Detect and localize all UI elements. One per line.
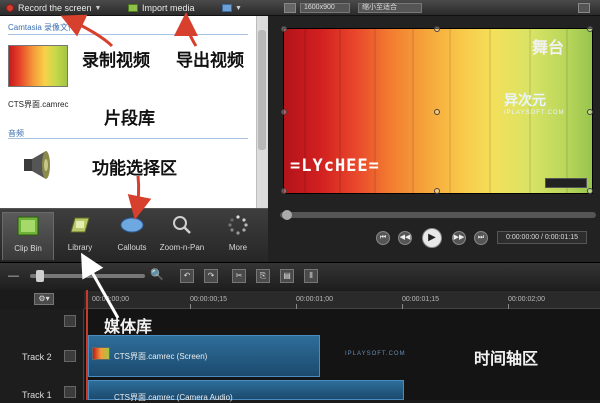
zoom-in-icon[interactable]: 🔍 (150, 268, 164, 281)
seek-thumb[interactable] (282, 210, 292, 220)
watermark-logo: 异次元 IPLAYSOFT.COM (504, 90, 565, 116)
fullscreen-icon[interactable] (578, 3, 590, 13)
speaker-icon[interactable] (20, 148, 54, 182)
tick-label: 00:00:01;15 (402, 296, 439, 303)
seek-bar[interactable] (280, 212, 596, 218)
resize-handle[interactable] (281, 26, 287, 32)
chevron-down-icon: ▼ (94, 4, 102, 12)
lychee-watermark: =LYcHEE= (290, 156, 380, 176)
more-icon (228, 215, 248, 235)
callout-icon (120, 217, 144, 233)
divider (8, 34, 248, 35)
tab-label: Clip Bin (14, 244, 42, 253)
resize-handle[interactable] (434, 188, 440, 194)
canvas-size-dropdown[interactable]: 1600x900 (300, 3, 350, 13)
import-icon (128, 4, 138, 12)
resize-handle[interactable] (434, 26, 440, 32)
preview-toolbar: 1600x900 缩小至适合 (278, 0, 600, 16)
clip-caption: CTS界面.camrec (8, 100, 69, 109)
tab-label: More (228, 243, 248, 252)
record-screen-label: Record the screen (18, 3, 92, 13)
annotation-media-library: 媒体库 (104, 317, 153, 336)
cut-button[interactable]: ✂ (232, 269, 246, 283)
rewind-button[interactable]: ◀◀ (398, 231, 412, 245)
annotation-export: 导出视频 (176, 51, 244, 71)
record-screen-button[interactable]: Record the screen ▼ (6, 1, 101, 15)
annotation-clip-library: 片段库 (104, 109, 155, 129)
clip-label: CTS界面.camrec (Camera Audio) (114, 393, 233, 402)
track-lock-icon[interactable] (64, 350, 76, 362)
resize-handle[interactable] (434, 109, 440, 115)
clip-thumbnail[interactable] (8, 45, 68, 87)
fabric-fold (489, 29, 491, 193)
resize-handle[interactable] (281, 188, 287, 194)
timeline-zoom-slider[interactable] (30, 274, 145, 278)
magnifier-icon (173, 216, 191, 234)
play-button[interactable]: ▶ (422, 228, 442, 248)
redo-button[interactable]: ↷ (204, 269, 218, 283)
zoom-out-icon[interactable]: — (8, 270, 19, 282)
track-lock-icon[interactable] (64, 315, 76, 327)
annotation-stage: 舞台 (532, 38, 565, 57)
resize-handle[interactable] (281, 109, 287, 115)
undo-button[interactable]: ↶ (180, 269, 194, 283)
fast-forward-button[interactable]: ▶▶ (452, 231, 466, 245)
zoom-dropdown[interactable]: 缩小至适合 (358, 3, 422, 13)
previous-clip-button[interactable]: ⏮ (376, 231, 390, 245)
tab-label: Zoom-n-Pan (159, 243, 205, 252)
resize-handle[interactable] (587, 109, 593, 115)
produce-share-button[interactable]: ▼ (222, 1, 242, 15)
folder-heading: Camtasia 录像文件 (8, 23, 77, 32)
tick-label: 00:00:01;00 (296, 296, 333, 303)
resize-handle[interactable] (587, 188, 593, 194)
tab-clip-bin[interactable]: Clip Bin (2, 212, 54, 260)
crop-icon[interactable] (284, 3, 296, 13)
record-icon (6, 4, 14, 12)
chevron-down-icon: ▼ (235, 4, 242, 12)
tab-label: Callouts (117, 243, 147, 252)
track-name: Track 2 (22, 352, 52, 362)
annotation-timeline-area: 时间轴区 (474, 349, 539, 368)
track-lock-icon[interactable] (64, 386, 76, 398)
playhead[interactable] (86, 290, 88, 400)
tick-label: 00:00:00;15 (190, 296, 227, 303)
watermark-subtitle: IPLAYSOFT.COM (504, 110, 565, 116)
next-clip-button[interactable]: ⏭ (474, 231, 488, 245)
clip-thumbnail (92, 347, 110, 360)
resize-handle[interactable] (587, 26, 593, 32)
split-button[interactable]: ⫴ (304, 269, 318, 283)
track-name: Track 1 (22, 390, 52, 400)
clip-label: CTS界面.camrec (Screen) (114, 352, 208, 361)
import-media-label: Import media (142, 3, 195, 13)
fabric-fold (566, 29, 568, 193)
watermark-title: 异次元 (504, 93, 546, 109)
paste-button[interactable]: ▤ (280, 269, 294, 283)
annotation-function-area: 功能选择区 (92, 159, 177, 179)
main-toolbar: Record the screen ▼ Import media ▼ (0, 0, 278, 16)
tab-library[interactable]: Library (54, 212, 106, 260)
divider (8, 138, 248, 139)
tick-label: 00:00:00;00 (92, 296, 129, 303)
import-media-button[interactable]: Import media (128, 1, 195, 15)
tab-zoom-n-pan[interactable]: Zoom-n-Pan (156, 212, 208, 260)
annotation-record: 录制视频 (82, 51, 150, 71)
mini-player-controls[interactable] (545, 178, 587, 188)
copy-button[interactable]: ⎘ (256, 269, 270, 283)
tab-callouts[interactable]: Callouts (106, 212, 158, 260)
film-strip-icon (17, 216, 39, 236)
gear-icon[interactable]: ⚙▾ (34, 293, 54, 305)
zoom-slider-thumb[interactable] (36, 270, 44, 282)
library-icon (70, 217, 90, 233)
scrollbar-thumb[interactable] (258, 30, 266, 150)
timecode-display: 0:00:00:00 / 0:00:01:15 (497, 231, 587, 244)
tab-label: Library (67, 243, 93, 252)
track-watermark: IPLAYSOFT.COM (345, 351, 406, 357)
tab-more[interactable]: More (212, 212, 264, 260)
produce-icon (222, 4, 232, 12)
fabric-fold (449, 29, 451, 193)
fabric-fold (412, 29, 414, 193)
tick-label: 00:00:02;00 (508, 296, 545, 303)
